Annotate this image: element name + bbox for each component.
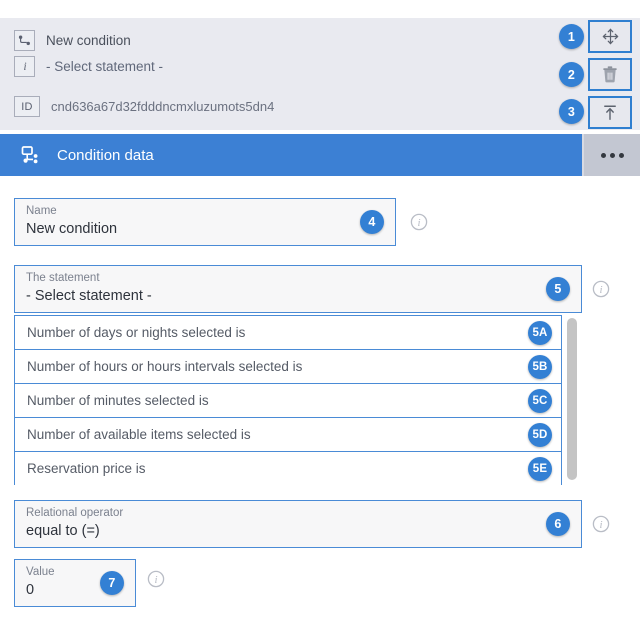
statement-option-item[interactable]: Number of hours or hours intervals selec… xyxy=(14,349,562,383)
step-badge-3: 3 xyxy=(559,99,584,124)
statement-list-scrollbar[interactable] xyxy=(562,315,582,485)
statement-option-item[interactable]: Reservation price is 5E xyxy=(14,451,562,485)
move-button[interactable] xyxy=(588,20,632,53)
more-options-button[interactable] xyxy=(582,134,640,176)
svg-text:i: i xyxy=(599,519,602,531)
step-badge-5e: 5E xyxy=(528,456,552,481)
statement-summary-text: - Select statement - xyxy=(46,59,164,74)
statement-option-label: Number of days or nights selected is xyxy=(27,325,246,340)
scrollbar-thumb[interactable] xyxy=(567,318,577,480)
statement-option-item[interactable]: Number of minutes selected is 5C xyxy=(14,383,562,417)
delete-button[interactable] xyxy=(588,58,632,91)
condition-node-icon xyxy=(14,30,35,51)
header-title: Condition data xyxy=(57,146,154,164)
condition-name-text: New condition xyxy=(46,33,131,48)
name-field[interactable]: Name New condition 4 xyxy=(14,198,396,246)
name-field-value: New condition xyxy=(26,221,118,237)
info-italic-icon: i xyxy=(14,56,35,77)
move-to-top-button[interactable] xyxy=(588,96,632,129)
statement-option-label: Number of available items selected is xyxy=(27,427,251,442)
condition-id-row: ID cnd636a67d32fdddncmxluzumots5dn4 xyxy=(14,96,274,117)
value-info-icon[interactable]: i xyxy=(147,570,165,588)
svg-text:i: i xyxy=(417,217,420,229)
value-field-label: Value xyxy=(26,566,55,578)
svg-text:i: i xyxy=(23,61,26,73)
action-toolbar xyxy=(588,20,632,134)
svg-text:i: i xyxy=(599,284,602,296)
condition-name-row: New condition xyxy=(14,30,131,51)
value-field[interactable]: Value 0 7 xyxy=(14,559,136,607)
name-field-label: Name xyxy=(26,205,57,217)
operator-field-value: equal to (=) xyxy=(26,523,100,539)
value-field-value: 0 xyxy=(26,582,35,598)
step-badge-5: 5 xyxy=(546,277,570,301)
statement-info-icon[interactable]: i xyxy=(592,280,610,298)
summary-panel: New condition i - Select statement - ID … xyxy=(0,18,640,130)
statement-options-list: Number of days or nights selected is 5A … xyxy=(14,315,582,485)
statement-field-label: The statement xyxy=(26,272,100,284)
statement-field-value: - Select statement - xyxy=(26,288,152,304)
svg-text:i: i xyxy=(154,574,157,586)
id-label: ID xyxy=(14,96,40,117)
step-badge-5c: 5C xyxy=(528,388,552,413)
statement-option-label: Number of hours or hours intervals selec… xyxy=(27,359,303,374)
name-info-icon[interactable]: i xyxy=(410,213,428,231)
condition-data-header: Condition data xyxy=(0,134,640,176)
step-badge-6: 6 xyxy=(546,512,570,536)
condition-id-value: cnd636a67d32fdddncmxluzumots5dn4 xyxy=(51,99,275,114)
step-badge-5a: 5A xyxy=(528,320,552,345)
statement-option-item[interactable]: Number of days or nights selected is 5A xyxy=(14,315,562,349)
ellipsis-icon xyxy=(600,152,624,158)
statement-option-label: Number of minutes selected is xyxy=(27,393,209,408)
statement-summary-row: i - Select statement - xyxy=(14,56,163,77)
step-badge-7: 7 xyxy=(100,571,124,595)
step-badge-4: 4 xyxy=(360,210,384,234)
step-badge-2: 2 xyxy=(559,62,584,87)
step-badge-1: 1 xyxy=(559,24,584,49)
relational-operator-field[interactable]: Relational operator equal to (=) 6 xyxy=(14,500,582,548)
condition-data-flow-icon xyxy=(21,145,41,165)
operator-info-icon[interactable]: i xyxy=(592,515,610,533)
step-badge-5d: 5D xyxy=(528,422,552,447)
statement-option-item[interactable]: Number of available items selected is 5D xyxy=(14,417,562,451)
step-badge-5b: 5B xyxy=(528,354,552,379)
statement-option-label: Reservation price is xyxy=(27,461,146,476)
operator-field-label: Relational operator xyxy=(26,507,124,519)
statement-field[interactable]: The statement - Select statement - 5 xyxy=(14,265,582,313)
